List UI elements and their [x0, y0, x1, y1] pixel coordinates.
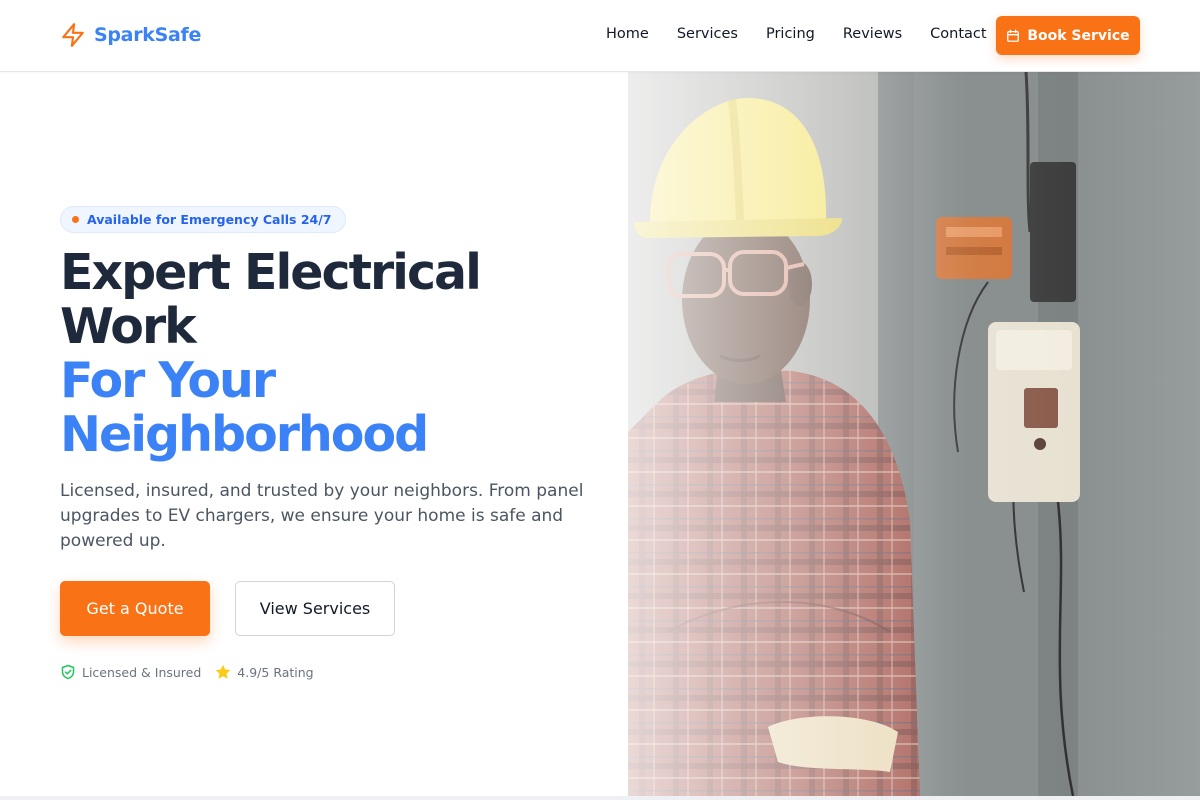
headline-line-3: For Your [60, 352, 276, 409]
emergency-badge: Available for Emergency Calls 24/7 [60, 206, 346, 233]
trust-indicators: Licensed & Insured 4.9/5 Rating [60, 664, 328, 680]
lightning-bolt-icon [62, 23, 84, 47]
electrician-photo [628, 72, 1200, 796]
status-dot-icon [72, 216, 79, 223]
shield-check-icon [61, 664, 75, 680]
logo[interactable]: SparkSafe [60, 22, 201, 48]
nav-services[interactable]: Services [677, 26, 738, 42]
nav-home[interactable]: Home [606, 26, 649, 42]
site-header: SparkSafe Home Services Pricing Reviews … [0, 0, 1200, 72]
calendar-icon [1007, 29, 1020, 42]
star-icon [215, 664, 231, 679]
hero-subtext: Licensed, insured, and trusted by your n… [60, 481, 584, 551]
book-service-label: Book Service [1027, 27, 1130, 44]
nav-reviews[interactable]: Reviews [843, 26, 902, 42]
trust-licensed-label: Licensed & Insured [82, 664, 202, 680]
nav-pricing[interactable]: Pricing [766, 26, 815, 42]
trust-rating-label: 4.9/5 Rating [237, 664, 314, 680]
nav-contact[interactable]: Contact [930, 26, 986, 42]
badge-text: Available for Emergency Calls 24/7 [87, 212, 332, 227]
headline-line-2: Work [60, 298, 197, 355]
main-nav: Home Services Pricing Reviews Contact [606, 26, 987, 42]
hero-headline: Expert Electrical Work For Your Neighbor… [60, 244, 482, 463]
brand-name: SparkSafe [94, 24, 202, 46]
trust-rating: 4.9/5 Rating [215, 664, 314, 680]
headline-line-4: Neighborhood [60, 406, 429, 463]
book-service-button[interactable]: Book Service [996, 16, 1140, 55]
headline-line-1: Expert Electrical [60, 244, 482, 301]
section-divider [0, 796, 1200, 800]
hero-electrician-image [628, 72, 1200, 796]
view-services-button[interactable]: View Services [235, 581, 395, 636]
trust-licensed: Licensed & Insured [60, 664, 201, 680]
get-quote-button[interactable]: Get a Quote [60, 581, 210, 636]
